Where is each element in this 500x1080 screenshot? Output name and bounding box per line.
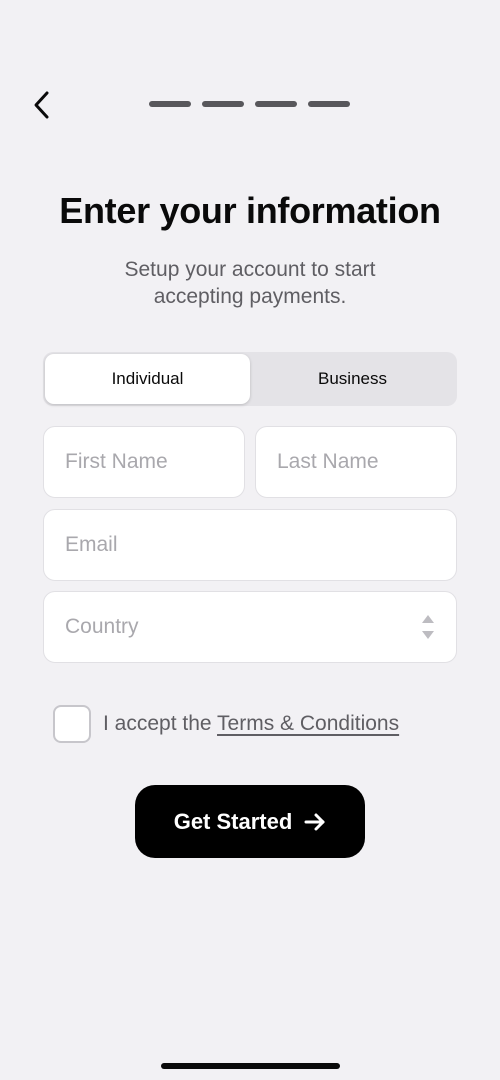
- country-select[interactable]: Country: [43, 591, 457, 663]
- email-input[interactable]: [65, 533, 456, 557]
- back-button[interactable]: [26, 88, 56, 122]
- last-name-field-container: [255, 426, 457, 498]
- home-indicator[interactable]: [161, 1063, 340, 1069]
- first-name-input[interactable]: [65, 450, 244, 474]
- email-field-container: [43, 509, 457, 581]
- segment-business[interactable]: Business: [250, 354, 455, 404]
- progress-step-4: [308, 101, 350, 107]
- terms-row: I accept the Terms & Conditions: [53, 705, 399, 743]
- last-name-input[interactable]: [277, 450, 456, 474]
- step-progress-indicator: [149, 101, 350, 107]
- chevron-left-icon: [34, 91, 49, 119]
- up-down-stepper-icon: [422, 615, 434, 639]
- first-name-field-container: [43, 426, 245, 498]
- segment-individual[interactable]: Individual: [45, 354, 250, 404]
- terms-checkbox[interactable]: [53, 705, 91, 743]
- get-started-button[interactable]: Get Started: [135, 785, 365, 858]
- signup-screen: Enter your information Setup your accoun…: [0, 0, 500, 1080]
- country-placeholder: Country: [65, 615, 139, 638]
- terms-prefix: I accept the: [103, 712, 218, 735]
- triangle-down-icon: [422, 631, 434, 639]
- terms-link[interactable]: Terms & Conditions: [217, 712, 399, 735]
- progress-step-3: [255, 101, 297, 107]
- account-type-segmented-control: Individual Business: [43, 352, 457, 406]
- terms-label: I accept the Terms & Conditions: [103, 712, 399, 736]
- page-subtitle: Setup your account to start accepting pa…: [124, 258, 376, 308]
- triangle-up-icon: [422, 615, 434, 623]
- page-title: Enter your information: [59, 190, 441, 231]
- arrow-right-icon: [304, 813, 325, 830]
- get-started-label: Get Started: [173, 808, 293, 834]
- progress-step-2: [202, 101, 244, 107]
- progress-step-1: [149, 101, 191, 107]
